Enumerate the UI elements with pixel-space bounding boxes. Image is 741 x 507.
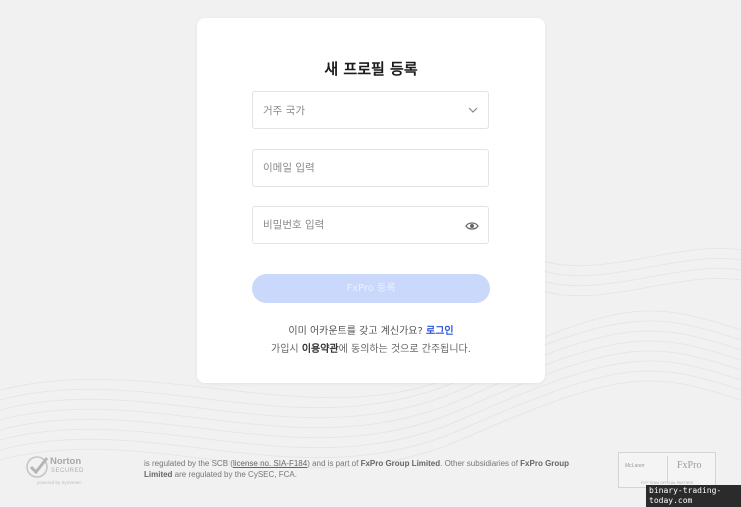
password-field[interactable] (253, 207, 488, 243)
registration-card: 새 프로필 등록 거주 국가 FxPro 등록 이미 어카운트를 갖고 계신가요… (197, 18, 545, 383)
terms-prefix: 가입시 (271, 344, 302, 355)
mclaren-logo: McLaren (625, 463, 645, 469)
legal-text-2: ) and is part of (307, 459, 361, 468)
terms-suffix: 에 동의하는 것으로 간주됩니다. (338, 344, 471, 355)
terms-notice: 가입시 이용약관에 동의하는 것으로 간주됩니다. (197, 340, 545, 355)
register-button[interactable]: FxPro 등록 (252, 274, 490, 303)
legal-text-1: is regulated by the SCB ( (144, 459, 233, 468)
license-link[interactable]: license no. SIA-F184 (233, 459, 307, 468)
terms-link[interactable]: 이용약관 (302, 344, 339, 355)
country-select[interactable]: 거주 국가 (252, 91, 489, 129)
norton-powered: powered by Symantec (37, 480, 82, 485)
norton-secured-badge[interactable]: Norton SECURED powered by Symantec (25, 454, 93, 488)
legal-text-3: . Other subsidiaries of (440, 459, 521, 468)
login-prompt-text: 이미 어카운트를 갖고 계신가요? (288, 326, 423, 337)
chevron-down-icon (468, 107, 478, 113)
checkmark-icon (26, 456, 49, 478)
email-field[interactable] (253, 150, 488, 186)
mclaren-partner-badge: McLaren FxPro F1™ TEAM OFFICIAL PARTNER (618, 452, 716, 488)
legal-group-name: FxPro Group Limited (360, 459, 441, 468)
fxpro-logo: FxPro (677, 460, 702, 471)
password-field-wrapper (252, 206, 489, 244)
page-title: 새 프로필 등록 (324, 60, 418, 78)
partner-divider (667, 456, 668, 482)
email-field-wrapper (252, 149, 489, 187)
norton-name: Norton (50, 456, 82, 467)
watermark: binary-trading-today.com (646, 485, 741, 507)
login-prompt: 이미 어카운트를 갖고 계신가요? 로그인 (197, 322, 545, 337)
legal-text-4: are regulated by the CySEC, FCA. (172, 470, 297, 479)
legal-disclaimer: is regulated by the SCB (license no. SIA… (144, 458, 599, 480)
country-placeholder: 거주 국가 (263, 105, 305, 117)
eye-icon[interactable] (465, 221, 479, 231)
norton-sub: SECURED (51, 468, 84, 474)
login-link[interactable]: 로그인 (426, 326, 454, 337)
